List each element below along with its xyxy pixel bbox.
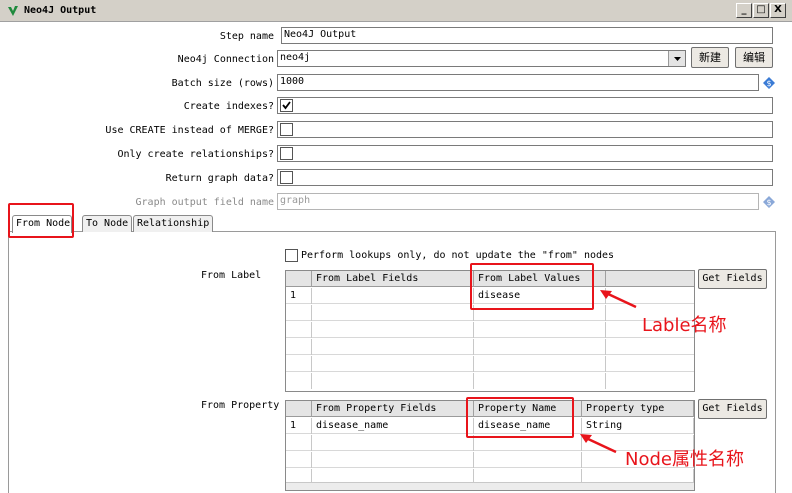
chevron-down-icon xyxy=(674,57,681,61)
close-button[interactable]: X xyxy=(770,3,786,18)
lookups-only-checkbox[interactable] xyxy=(285,249,298,262)
return-graph-label: Return graph data? xyxy=(165,173,274,184)
horizontal-scrollbar[interactable] xyxy=(286,482,694,490)
arrow-annotation xyxy=(580,434,617,454)
tab-relationship[interactable]: Relationship xyxy=(133,215,213,232)
create-indexes-checkbox[interactable] xyxy=(280,99,293,112)
only-relationships-checkbox[interactable] xyxy=(280,147,293,160)
table-row xyxy=(286,322,694,338)
connection-select[interactable]: neo4j xyxy=(277,50,686,67)
table-cell[interactable] xyxy=(312,288,474,304)
row-number-header xyxy=(286,401,312,417)
window-title: Neo4J Output xyxy=(24,5,97,16)
use-create-checkbox[interactable] xyxy=(280,123,293,136)
variable-icon[interactable]: $ xyxy=(763,77,775,89)
table-row xyxy=(286,373,694,389)
row-number-header xyxy=(286,271,312,287)
only-relationships-row xyxy=(277,145,773,162)
property-name-highlight xyxy=(466,397,574,438)
window-titlebar: Neo4J Output _ □ X xyxy=(0,0,792,22)
from-property-title: From Property xyxy=(201,400,280,411)
lookups-only-label: Perform lookups only, do not update the … xyxy=(301,250,615,261)
checkmark-icon xyxy=(282,101,291,110)
column-header[interactable]: From Property Fields xyxy=(312,401,474,417)
connection-label: Neo4j Connection xyxy=(177,54,274,65)
variable-icon[interactable]: $ xyxy=(763,196,775,208)
arrow-annotation xyxy=(600,290,637,309)
column-header[interactable]: Property type xyxy=(582,401,694,417)
graph-output-input[interactable]: graph xyxy=(277,193,759,210)
table-row xyxy=(286,339,694,355)
use-create-row xyxy=(277,121,773,138)
tab-to-node[interactable]: To Node xyxy=(82,215,132,232)
label-annotation: Lable名称 xyxy=(642,315,727,336)
table-row xyxy=(286,356,694,372)
connection-value: neo4j xyxy=(280,52,311,63)
create-indexes-row xyxy=(277,97,773,114)
label-values-highlight xyxy=(470,263,594,310)
row-number: 1 xyxy=(286,288,312,304)
maximize-button[interactable]: □ xyxy=(753,3,769,18)
column-header xyxy=(606,271,694,287)
get-fields-label-button[interactable]: Get Fields xyxy=(698,269,767,289)
column-header[interactable]: From Label Fields xyxy=(312,271,474,287)
table-cell[interactable]: disease_name xyxy=(312,418,474,434)
edit-connection-button[interactable]: 编辑 xyxy=(735,47,773,68)
batch-size-input[interactable]: 1000 xyxy=(277,74,759,91)
use-create-label: Use CREATE instead of MERGE? xyxy=(105,125,274,136)
dropdown-arrow[interactable] xyxy=(668,51,685,66)
return-graph-row xyxy=(277,169,773,186)
only-relationships-label: Only create relationships? xyxy=(117,149,274,160)
create-indexes-label: Create indexes? xyxy=(183,101,274,112)
svg-text:$: $ xyxy=(766,198,771,207)
graph-output-label: Graph output field name xyxy=(135,197,274,208)
step-name-input[interactable]: Neo4J Output xyxy=(281,27,773,44)
minimize-button[interactable]: _ xyxy=(736,3,752,18)
step-name-label: Step name xyxy=(219,31,274,42)
svg-text:$: $ xyxy=(766,79,771,88)
get-fields-property-button[interactable]: Get Fields xyxy=(698,399,767,419)
batch-size-label: Batch size (rows) xyxy=(171,78,274,89)
neo4j-app-icon xyxy=(8,6,18,16)
row-number: 1 xyxy=(286,418,312,434)
return-graph-checkbox[interactable] xyxy=(280,171,293,184)
new-connection-button[interactable]: 新建 xyxy=(691,47,729,68)
from-label-title: From Label xyxy=(201,270,262,281)
from-node-highlight xyxy=(8,203,74,238)
property-annotation: Node属性名称 xyxy=(625,449,744,470)
